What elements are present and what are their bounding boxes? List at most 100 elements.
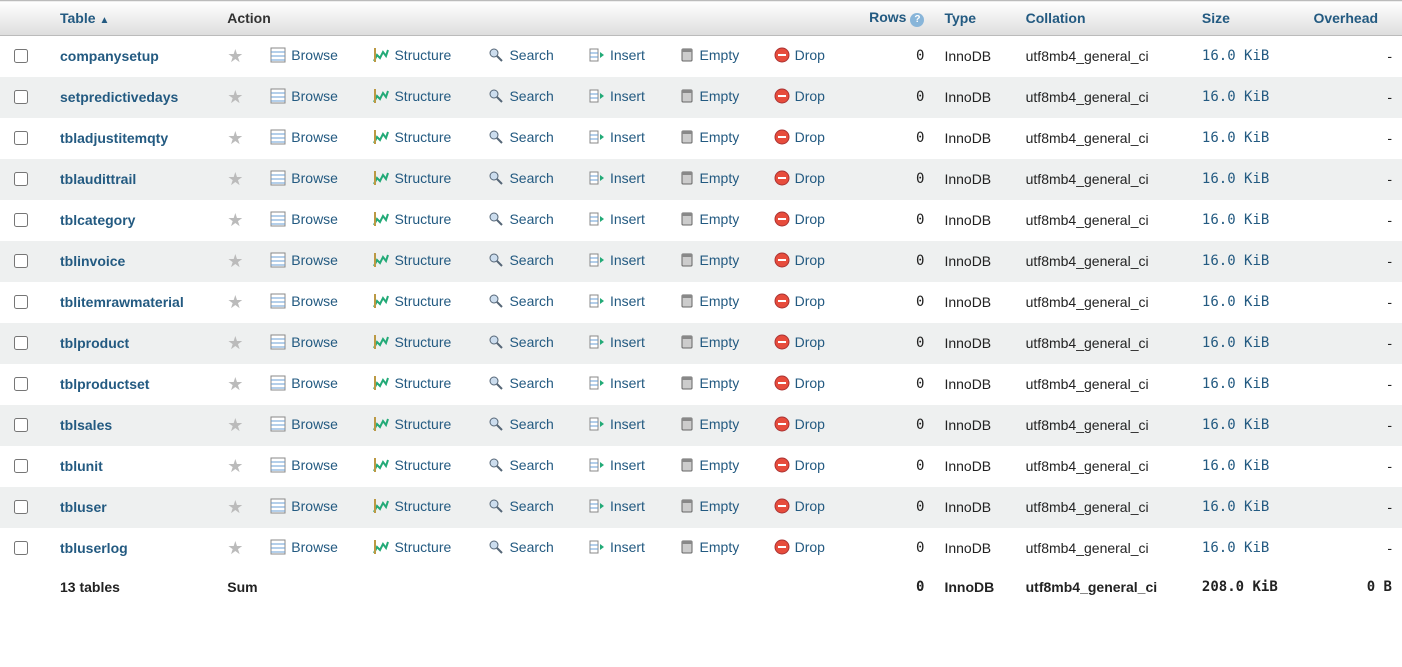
empty-link[interactable]: Empty xyxy=(678,333,740,351)
favorite-star-icon[interactable]: ★ xyxy=(227,456,243,476)
insert-link[interactable]: Insert xyxy=(588,46,645,64)
browse-link[interactable]: Browse xyxy=(269,292,338,310)
table-name-link[interactable]: tblaudittrail xyxy=(60,171,136,187)
structure-link[interactable]: Structure xyxy=(372,210,451,228)
empty-link[interactable]: Empty xyxy=(678,251,740,269)
insert-link[interactable]: Insert xyxy=(588,128,645,146)
drop-link[interactable]: Drop xyxy=(773,87,825,105)
drop-link[interactable]: Drop xyxy=(773,415,825,433)
search-link[interactable]: Search xyxy=(487,456,553,474)
drop-link[interactable]: Drop xyxy=(773,251,825,269)
table-name-link[interactable]: tblproduct xyxy=(60,335,129,351)
table-name-link[interactable]: tblsales xyxy=(60,417,112,433)
row-checkbox[interactable] xyxy=(14,90,28,104)
header-size[interactable]: Size xyxy=(1192,1,1304,36)
structure-link[interactable]: Structure xyxy=(372,456,451,474)
drop-link[interactable]: Drop xyxy=(773,333,825,351)
header-type[interactable]: Type xyxy=(934,1,1015,36)
insert-link[interactable]: Insert xyxy=(588,374,645,392)
favorite-star-icon[interactable]: ★ xyxy=(227,333,243,353)
browse-link[interactable]: Browse xyxy=(269,251,338,269)
favorite-star-icon[interactable]: ★ xyxy=(227,415,243,435)
row-checkbox[interactable] xyxy=(14,172,28,186)
table-name-link[interactable]: tblinvoice xyxy=(60,253,125,269)
favorite-star-icon[interactable]: ★ xyxy=(227,251,243,271)
row-checkbox[interactable] xyxy=(14,500,28,514)
search-link[interactable]: Search xyxy=(487,538,553,556)
insert-link[interactable]: Insert xyxy=(588,456,645,474)
structure-link[interactable]: Structure xyxy=(372,169,451,187)
structure-link[interactable]: Structure xyxy=(372,374,451,392)
favorite-star-icon[interactable]: ★ xyxy=(227,292,243,312)
browse-link[interactable]: Browse xyxy=(269,333,338,351)
drop-link[interactable]: Drop xyxy=(773,497,825,515)
favorite-star-icon[interactable]: ★ xyxy=(227,128,243,148)
empty-link[interactable]: Empty xyxy=(678,497,740,515)
browse-link[interactable]: Browse xyxy=(269,128,338,146)
header-overhead[interactable]: Overhead xyxy=(1303,1,1402,36)
table-name-link[interactable]: tbladjustitemqty xyxy=(60,130,168,146)
search-link[interactable]: Search xyxy=(487,415,553,433)
favorite-star-icon[interactable]: ★ xyxy=(227,497,243,517)
search-link[interactable]: Search xyxy=(487,251,553,269)
empty-link[interactable]: Empty xyxy=(678,128,740,146)
browse-link[interactable]: Browse xyxy=(269,87,338,105)
favorite-star-icon[interactable]: ★ xyxy=(227,87,243,107)
row-checkbox[interactable] xyxy=(14,377,28,391)
search-link[interactable]: Search xyxy=(487,292,553,310)
favorite-star-icon[interactable]: ★ xyxy=(227,46,243,66)
row-checkbox[interactable] xyxy=(14,459,28,473)
empty-link[interactable]: Empty xyxy=(678,46,740,64)
drop-link[interactable]: Drop xyxy=(773,128,825,146)
table-name-link[interactable]: tblunit xyxy=(60,458,103,474)
insert-link[interactable]: Insert xyxy=(588,415,645,433)
drop-link[interactable]: Drop xyxy=(773,210,825,228)
structure-link[interactable]: Structure xyxy=(372,46,451,64)
favorite-star-icon[interactable]: ★ xyxy=(227,210,243,230)
row-checkbox[interactable] xyxy=(14,213,28,227)
row-checkbox[interactable] xyxy=(14,49,28,63)
search-link[interactable]: Search xyxy=(487,46,553,64)
structure-link[interactable]: Structure xyxy=(372,538,451,556)
empty-link[interactable]: Empty xyxy=(678,456,740,474)
insert-link[interactable]: Insert xyxy=(588,210,645,228)
favorite-star-icon[interactable]: ★ xyxy=(227,538,243,558)
row-checkbox[interactable] xyxy=(14,295,28,309)
table-name-link[interactable]: companysetup xyxy=(60,48,159,64)
empty-link[interactable]: Empty xyxy=(678,415,740,433)
structure-link[interactable]: Structure xyxy=(372,87,451,105)
browse-link[interactable]: Browse xyxy=(269,538,338,556)
table-name-link[interactable]: tblproductset xyxy=(60,376,149,392)
drop-link[interactable]: Drop xyxy=(773,374,825,392)
header-rows[interactable]: Rows? xyxy=(847,1,935,36)
search-link[interactable]: Search xyxy=(487,87,553,105)
insert-link[interactable]: Insert xyxy=(588,251,645,269)
table-name-link[interactable]: setpredictivedays xyxy=(60,89,178,105)
insert-link[interactable]: Insert xyxy=(588,497,645,515)
search-link[interactable]: Search xyxy=(487,128,553,146)
browse-link[interactable]: Browse xyxy=(269,210,338,228)
structure-link[interactable]: Structure xyxy=(372,128,451,146)
row-checkbox[interactable] xyxy=(14,254,28,268)
row-checkbox[interactable] xyxy=(14,131,28,145)
row-checkbox[interactable] xyxy=(14,418,28,432)
search-link[interactable]: Search xyxy=(487,210,553,228)
empty-link[interactable]: Empty xyxy=(678,87,740,105)
empty-link[interactable]: Empty xyxy=(678,292,740,310)
structure-link[interactable]: Structure xyxy=(372,497,451,515)
search-link[interactable]: Search xyxy=(487,333,553,351)
header-collation[interactable]: Collation xyxy=(1016,1,1192,36)
search-link[interactable]: Search xyxy=(487,169,553,187)
insert-link[interactable]: Insert xyxy=(588,87,645,105)
structure-link[interactable]: Structure xyxy=(372,251,451,269)
drop-link[interactable]: Drop xyxy=(773,169,825,187)
table-name-link[interactable]: tbluser xyxy=(60,499,107,515)
drop-link[interactable]: Drop xyxy=(773,46,825,64)
search-link[interactable]: Search xyxy=(487,497,553,515)
structure-link[interactable]: Structure xyxy=(372,333,451,351)
browse-link[interactable]: Browse xyxy=(269,46,338,64)
table-name-link[interactable]: tblcategory xyxy=(60,212,135,228)
empty-link[interactable]: Empty xyxy=(678,374,740,392)
insert-link[interactable]: Insert xyxy=(588,292,645,310)
browse-link[interactable]: Browse xyxy=(269,456,338,474)
